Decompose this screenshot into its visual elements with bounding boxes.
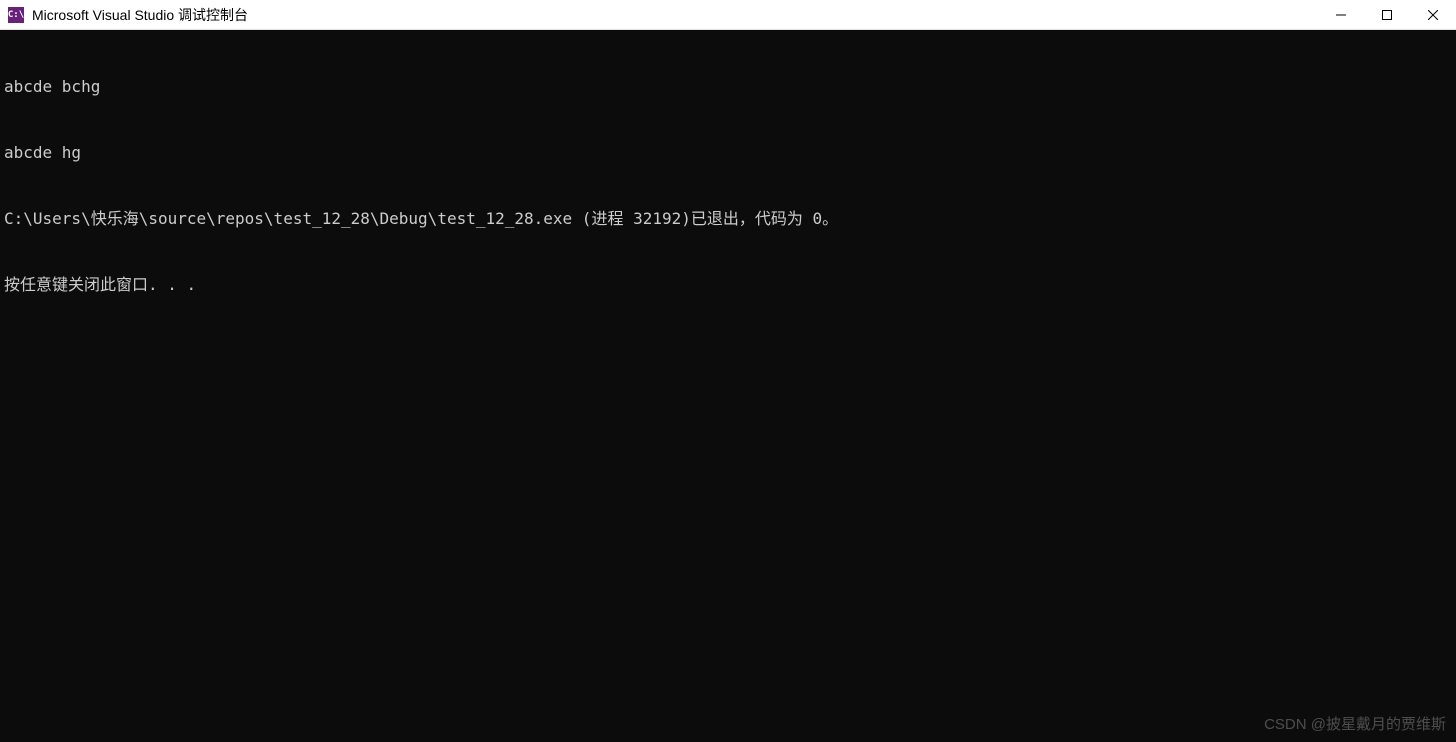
minimize-button[interactable] xyxy=(1318,0,1364,29)
close-icon xyxy=(1428,10,1438,20)
app-icon: C:\ xyxy=(8,7,24,23)
console-line: abcde bchg xyxy=(4,76,1452,98)
console-line: C:\Users\快乐海\source\repos\test_12_28\Deb… xyxy=(4,208,1452,230)
maximize-icon xyxy=(1382,10,1392,20)
window-title: Microsoft Visual Studio 调试控制台 xyxy=(32,5,1318,25)
console-output[interactable]: abcde bchg abcde hg C:\Users\快乐海\source\… xyxy=(0,30,1456,742)
console-line: 按任意键关闭此窗口. . . xyxy=(4,274,1452,296)
window-controls xyxy=(1318,0,1456,29)
close-button[interactable] xyxy=(1410,0,1456,29)
minimize-icon xyxy=(1336,10,1346,20)
console-line: abcde hg xyxy=(4,142,1452,164)
titlebar: C:\ Microsoft Visual Studio 调试控制台 xyxy=(0,0,1456,30)
maximize-button[interactable] xyxy=(1364,0,1410,29)
watermark: CSDN @披星戴月的贾维斯 xyxy=(1264,714,1446,736)
